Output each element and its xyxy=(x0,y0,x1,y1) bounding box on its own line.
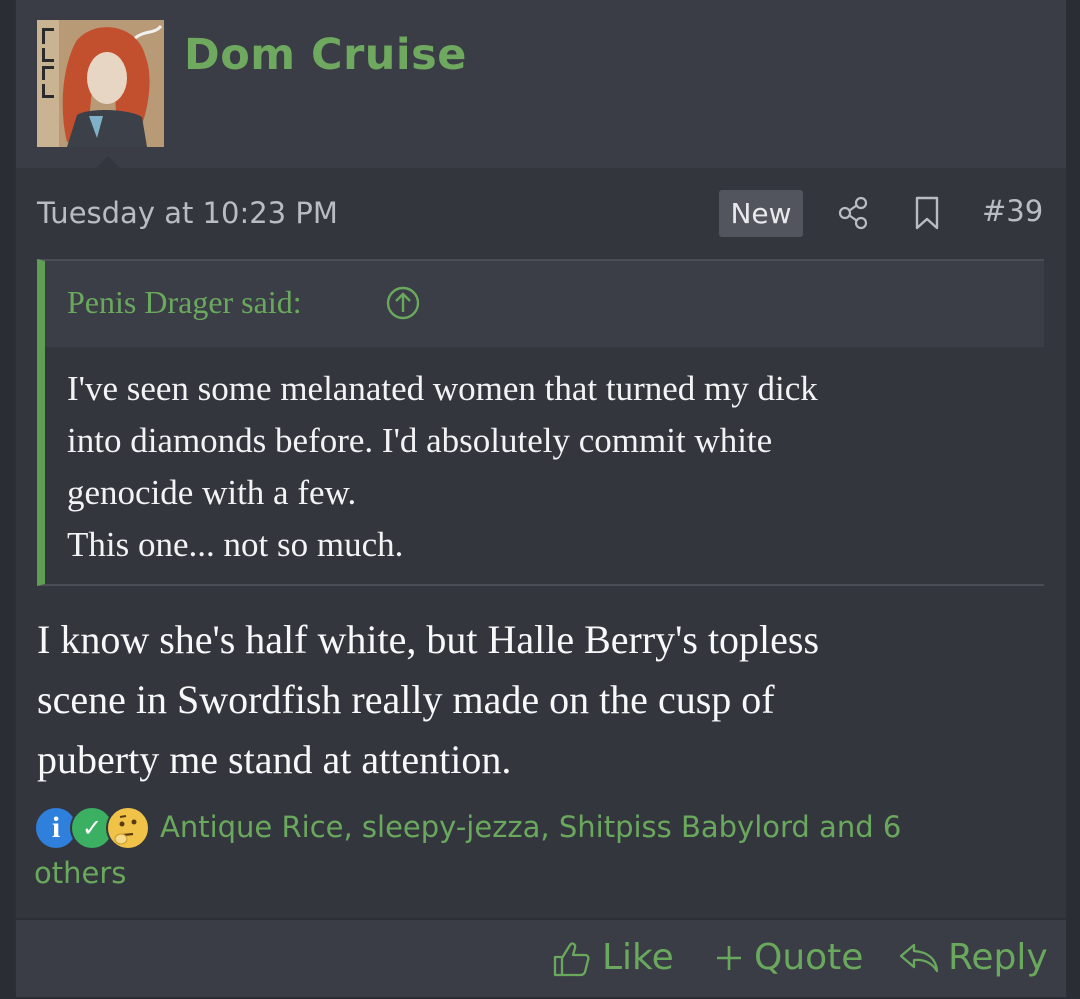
thinking-emoji-icon xyxy=(106,806,150,850)
reactions-summary[interactable]: Antique Rice, sleepy-jezza, Shitpiss Bab… xyxy=(34,804,994,896)
quote-author[interactable]: Penis Drager said: xyxy=(67,284,302,321)
header-notch xyxy=(96,156,120,168)
quote-content: I've seen some melanated women that turn… xyxy=(67,363,1017,571)
reply-button[interactable]: Reply xyxy=(898,934,1048,982)
like-label: Like xyxy=(602,937,674,978)
message-line: scene in Swordfish really made on the cu… xyxy=(37,677,775,722)
reply-label: Reply xyxy=(948,937,1048,978)
post: Dom Cruise Tuesday at 10:23 PM New #39 P… xyxy=(16,0,1066,997)
quote-line: genocide with a few. xyxy=(67,473,357,512)
message-line: puberty me stand at attention. xyxy=(37,737,512,782)
reaction-icons[interactable]: i ✓ xyxy=(34,806,164,854)
quote-line: into diamonds before. I'd absolutely com… xyxy=(67,421,773,460)
like-button[interactable]: Like xyxy=(552,934,674,982)
quote-line: I've seen some melanated women that turn… xyxy=(67,369,818,408)
quote-label: Quote xyxy=(754,937,864,978)
new-badge: New xyxy=(719,190,803,237)
username[interactable]: Dom Cruise xyxy=(184,30,467,80)
share-icon[interactable] xyxy=(836,195,872,231)
post-message: I know she's half white, but Halle Berry… xyxy=(37,610,1027,790)
post-number[interactable]: #39 xyxy=(982,194,1043,228)
post-body: Tuesday at 10:23 PM New #39 Penis Drager… xyxy=(16,168,1066,918)
plus-icon xyxy=(717,946,741,970)
jump-to-quote-icon[interactable] xyxy=(385,285,421,321)
avatar[interactable] xyxy=(37,20,164,147)
quote-block: Penis Drager said: I've seen some melana… xyxy=(37,259,1044,586)
reply-arrow-icon xyxy=(899,943,939,973)
post-header: Dom Cruise xyxy=(16,0,1066,168)
avatar-image xyxy=(37,20,164,147)
quote-button[interactable]: Quote xyxy=(714,934,863,982)
bookmark-icon[interactable] xyxy=(910,195,946,231)
post-footer: Like Quote Reply xyxy=(16,918,1066,997)
quote-title-bar[interactable]: Penis Drager said: xyxy=(45,261,1044,348)
message-line: I know she's half white, but Halle Berry… xyxy=(37,617,820,662)
post-date[interactable]: Tuesday at 10:23 PM xyxy=(37,196,338,230)
thumbs-up-icon xyxy=(553,942,590,977)
quote-line: This one... not so much. xyxy=(67,525,404,564)
